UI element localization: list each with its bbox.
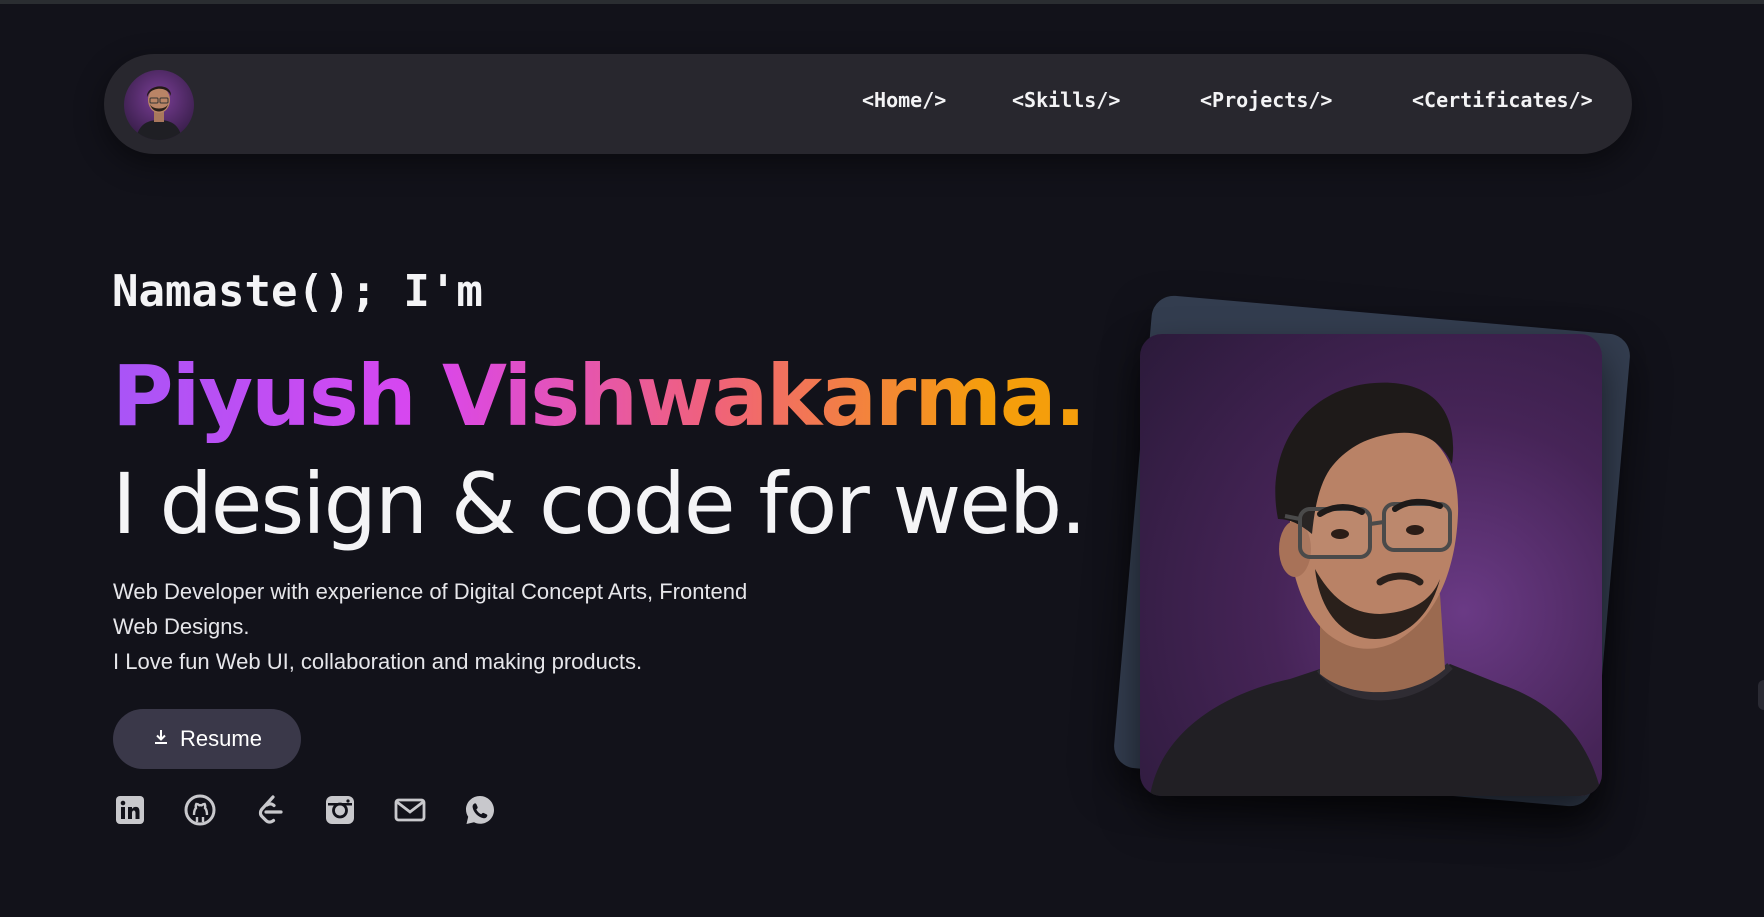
nav-home-link[interactable]: <Home/> — [862, 88, 946, 112]
greeting-text: Namaste(); I'm — [112, 266, 483, 317]
github-icon[interactable] — [182, 792, 218, 828]
scroll-handle[interactable] — [1758, 680, 1764, 710]
description-line: Web Designs. — [113, 614, 250, 639]
profile-portrait — [1140, 334, 1602, 796]
download-icon — [152, 726, 170, 752]
nav-certificates-link[interactable]: <Certificates/> — [1412, 88, 1593, 112]
mail-icon[interactable] — [392, 792, 428, 828]
leetcode-icon[interactable] — [252, 792, 288, 828]
description-line: I Love fun Web UI, collaboration and mak… — [113, 649, 643, 674]
avatar[interactable] — [124, 70, 194, 140]
nav-skills-link[interactable]: <Skills/> — [1012, 88, 1120, 112]
navbar: <Home/> <Skills/> <Projects/> <Certifica… — [104, 54, 1632, 154]
description-line: Web Developer with experience of Digital… — [113, 579, 748, 604]
hero-tagline: I design & code for web. — [112, 455, 1087, 553]
nav-projects-link[interactable]: <Projects/> — [1200, 88, 1332, 112]
linkedin-icon[interactable] — [112, 792, 148, 828]
resume-button-label: Resume — [180, 726, 262, 751]
whatsapp-icon[interactable] — [462, 792, 498, 828]
top-border — [0, 0, 1764, 4]
hero-description: Web Developer with experience of Digital… — [113, 574, 813, 679]
hero-name: Piyush Vishwakarma. — [112, 342, 1086, 450]
resume-button[interactable]: Resume — [113, 709, 301, 769]
social-links — [112, 792, 532, 828]
instagram-icon[interactable] — [322, 792, 358, 828]
